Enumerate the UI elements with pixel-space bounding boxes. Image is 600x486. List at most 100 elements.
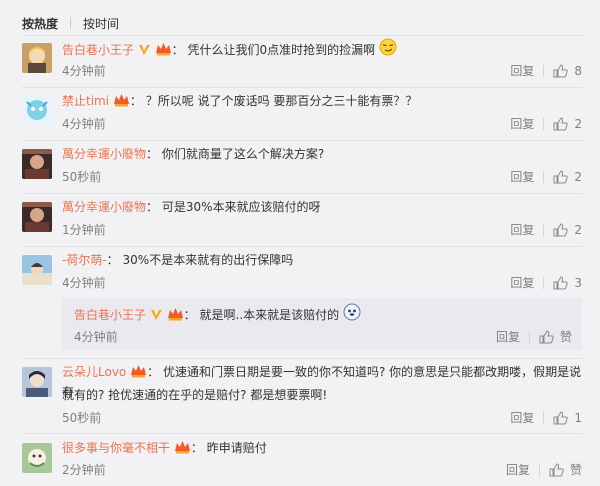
timestamp: 4分钟前 <box>62 117 106 131</box>
comment-meta: 4分钟前 回复 2 <box>62 116 582 132</box>
avatar[interactable] <box>22 255 52 285</box>
reply-line: 告白巷小王子 ： 就是啊..本来就是该赔付的 <box>74 303 572 325</box>
username-link[interactable]: 禁止timi <box>62 94 109 108</box>
timestamp: 4分钟前 <box>74 330 118 344</box>
username-link[interactable]: 很多事与你毫不相干 <box>62 441 170 455</box>
divider <box>22 87 582 88</box>
vip-crown-icon <box>113 93 130 107</box>
like-button[interactable]: 8 <box>553 63 582 79</box>
comment-actions: 回复 3 <box>510 275 582 291</box>
thumbs-up-icon <box>539 330 554 344</box>
reply-button[interactable]: 回复 <box>510 275 534 291</box>
comment-meta: 4分钟前 回复 3 <box>62 275 582 291</box>
username-link[interactable]: 萬分幸運小廢物 <box>62 200 146 214</box>
like-button[interactable]: 2 <box>553 169 582 185</box>
avatar[interactable] <box>22 149 52 179</box>
reply-button[interactable]: 回复 <box>510 169 534 185</box>
sort-by-time-tab[interactable]: 按时间 <box>83 15 119 32</box>
comment-actions: 回复 2 <box>510 222 582 238</box>
username-link[interactable]: 云朵儿Lovo <box>62 365 126 379</box>
smirk-emoji-icon <box>379 38 397 56</box>
comment-line: 很多事与你毫不相干 ： 昨申请赔付 <box>62 440 267 455</box>
thumbs-up-icon <box>553 223 569 237</box>
verified-v-icon <box>150 308 163 321</box>
comment-meta: 50秒前 回复 1 <box>62 410 582 426</box>
doge-emoji-icon <box>343 303 361 321</box>
comment-actions: 回复 8 <box>510 63 582 79</box>
vip-crown-icon <box>130 364 147 378</box>
like-button[interactable]: 2 <box>553 116 582 132</box>
action-divider <box>543 412 545 424</box>
vip-crown-icon <box>174 440 191 454</box>
like-count: 1 <box>574 411 582 425</box>
comment-line: 告白巷小王子 ： 凭什么让我们0点准时抢到的捡漏啊 <box>62 38 582 60</box>
reply-item: 告白巷小王子 ： 就是啊..本来就是该赔付的 4分钟前 回复 赞 <box>62 298 582 350</box>
reply-button[interactable]: 回复 <box>496 329 520 345</box>
comment-actions: 回复 赞 <box>506 462 582 478</box>
timestamp: 2分钟前 <box>62 463 106 477</box>
reply-button[interactable]: 回复 <box>510 222 534 238</box>
thumbs-up-icon <box>553 170 569 184</box>
divider <box>22 358 582 359</box>
like-label: 赞 <box>559 330 572 344</box>
comment-actions: 回复 2 <box>510 116 582 132</box>
comment-actions: 回复 1 <box>510 410 582 426</box>
reply-button[interactable]: 回复 <box>510 63 534 79</box>
comment-meta: 2分钟前 回复 赞 <box>62 462 582 478</box>
action-divider <box>543 224 545 236</box>
action-divider <box>543 65 545 77</box>
like-button[interactable]: 赞 <box>549 462 582 478</box>
reply-text: 就是啊..本来就是该赔付的 <box>199 308 340 322</box>
divider <box>22 140 582 141</box>
action-divider <box>543 118 545 130</box>
avatar[interactable] <box>22 367 52 397</box>
reply-button[interactable]: 回复 <box>510 116 534 132</box>
username-link[interactable]: 告白巷小王子 <box>62 43 134 57</box>
action-divider <box>538 464 540 476</box>
comment-line: 禁止timi ： ？所以呢 说了个废话吗 要那百分之三十能有票？？ <box>62 93 418 108</box>
timestamp: 50秒前 <box>62 411 102 425</box>
thumbs-up-icon <box>553 411 569 425</box>
sort-bar: 按热度 按时间 <box>22 14 119 32</box>
avatar[interactable] <box>22 443 52 473</box>
comment-line: 萬分幸運小廢物： 你们就商量了这么个解决方案? <box>62 147 325 161</box>
thumbs-up-icon <box>549 463 564 477</box>
comment-actions: 回复 2 <box>510 169 582 185</box>
verified-v-icon <box>138 43 151 56</box>
username-link[interactable]: 萬分幸運小廢物 <box>62 147 146 161</box>
timestamp: 4分钟前 <box>62 276 106 290</box>
vip-crown-icon <box>167 307 184 321</box>
timestamp: 50秒前 <box>62 170 102 184</box>
thumbs-up-icon <box>553 64 569 78</box>
reply-button[interactable]: 回复 <box>510 410 534 426</box>
comment-meta: 50秒前 回复 2 <box>62 169 582 185</box>
comment-text: 凭什么让我们0点准时抢到的捡漏啊 <box>187 43 376 57</box>
reply-actions: 回复 赞 <box>496 329 572 345</box>
comment-meta: 4分钟前 回复 8 <box>62 63 582 79</box>
sort-by-hot-tab[interactable]: 按热度 <box>22 15 58 32</box>
comment-text: 你们就商量了这么个解决方案? <box>161 147 325 161</box>
like-count: 2 <box>574 170 582 184</box>
username-link[interactable]: 告白巷小王子 <box>74 308 146 322</box>
like-button[interactable]: 1 <box>553 410 582 426</box>
like-button[interactable]: 2 <box>553 222 582 238</box>
username-link[interactable]: -荷尔萌- <box>62 253 107 267</box>
comment-text: 可是30%本来就应该赔付的呀 <box>161 200 321 214</box>
thumbs-up-icon <box>553 276 569 290</box>
like-count: 2 <box>574 223 582 237</box>
comment-line-continued: 就有的? 抢优速通的在乎的是赔付? 都是想要票啊! <box>62 385 582 405</box>
reply-meta: 4分钟前 回复 赞 <box>74 329 572 345</box>
timestamp: 4分钟前 <box>62 64 106 78</box>
divider <box>22 193 582 194</box>
like-count: 8 <box>574 64 582 78</box>
timestamp: 1分钟前 <box>62 223 106 237</box>
avatar[interactable] <box>22 43 52 73</box>
like-button[interactable]: 3 <box>553 275 582 291</box>
comment-text: 昨申请赔付 <box>206 441 267 455</box>
sort-divider <box>70 17 72 29</box>
reply-button[interactable]: 回复 <box>506 462 530 478</box>
avatar[interactable] <box>22 202 52 232</box>
avatar[interactable] <box>22 96 52 126</box>
like-button[interactable]: 赞 <box>539 329 572 345</box>
action-divider <box>543 277 545 289</box>
